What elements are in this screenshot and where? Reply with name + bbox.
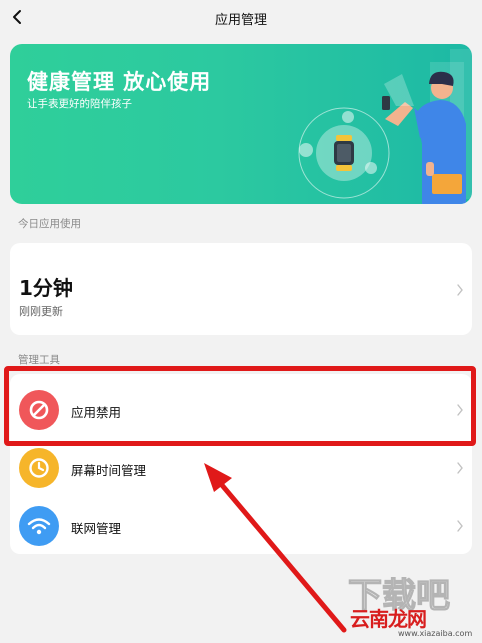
watermark-text: 云南龙网 — [350, 607, 427, 631]
annotation-arrow — [204, 463, 347, 633]
watermark: 下载吧 云南龙网 www.xiazaiba.com — [330, 575, 480, 643]
watermark-url: www.xiazaiba.com — [398, 629, 473, 638]
